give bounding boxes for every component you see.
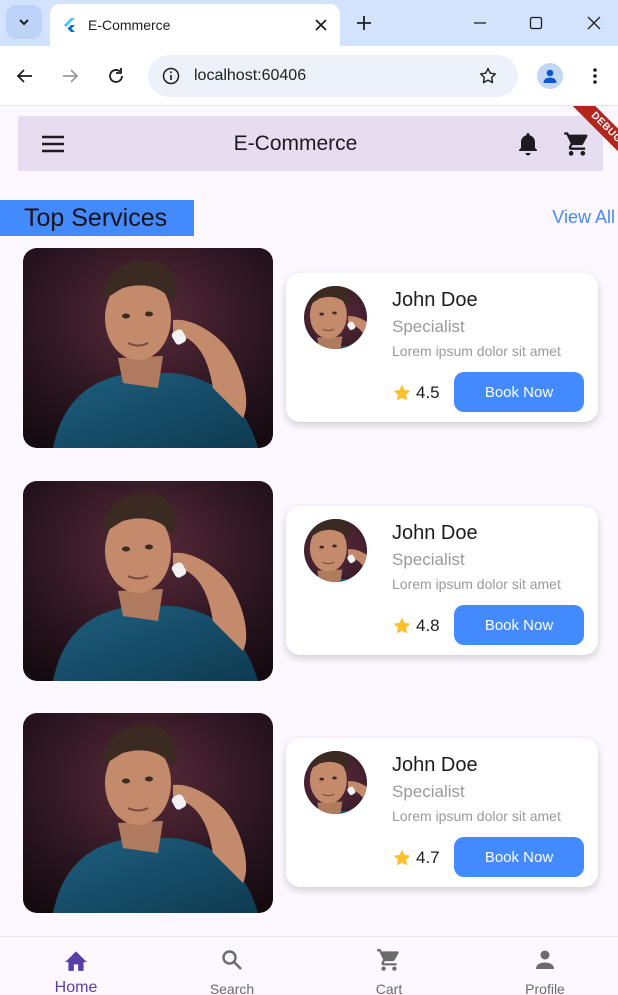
bottom-navigation: Home Search Cart Profile (0, 936, 618, 995)
provider-name: John Doe (392, 289, 478, 311)
provider-description: Lorem ipsum dolor sit amet (392, 343, 561, 359)
book-now-button[interactable]: Book Now (454, 372, 584, 412)
rating-value: 4.7 (416, 848, 440, 867)
nav-label: Search (209, 981, 255, 995)
provider-description: Lorem ipsum dolor sit amet (392, 808, 561, 824)
reload-icon[interactable] (103, 63, 129, 89)
bookmark-star-icon[interactable] (476, 64, 500, 88)
nav-label: Profile (525, 981, 565, 995)
close-tab-icon[interactable] (310, 14, 332, 36)
new-tab-icon[interactable] (352, 11, 376, 35)
service-card[interactable]: John Doe Specialist Lorem ipsum dolor si… (286, 273, 598, 422)
avatar (304, 751, 367, 814)
service-row: John Doe Specialist Lorem ipsum dolor si… (0, 481, 618, 681)
provider-role: Specialist (392, 550, 465, 569)
browser-tab[interactable]: E-Commerce (50, 4, 340, 46)
rating-value: 4.8 (416, 616, 440, 635)
service-photo[interactable] (23, 481, 273, 681)
book-now-button[interactable]: Book Now (454, 605, 584, 645)
browser-toolbar: localhost:60406 (0, 46, 618, 106)
provider-description: Lorem ipsum dolor sit amet (392, 576, 561, 592)
star-icon (393, 384, 411, 401)
debug-banner: DEBUG (548, 106, 618, 176)
nav-label: Cart (375, 981, 403, 995)
tab-title: E-Commerce (88, 17, 171, 33)
maximize-icon[interactable] (524, 11, 548, 35)
book-now-button[interactable]: Book Now (454, 837, 584, 877)
browser-menu-icon[interactable] (583, 63, 607, 89)
person-icon (532, 947, 558, 973)
service-card[interactable]: John Doe Specialist Lorem ipsum dolor si… (286, 738, 598, 887)
view-all-link[interactable]: View All (540, 207, 615, 228)
back-icon[interactable] (12, 63, 38, 89)
close-window-icon[interactable] (582, 11, 606, 35)
service-photo[interactable] (23, 713, 273, 913)
app-bar: E-Commerce (18, 116, 603, 171)
avatar (304, 519, 367, 582)
service-row: John Doe Specialist Lorem ipsum dolor si… (0, 713, 618, 913)
nav-label: Home (54, 979, 98, 995)
tab-search-button[interactable] (6, 5, 42, 39)
avatar (304, 286, 367, 349)
forward-icon[interactable] (57, 63, 83, 89)
search-icon (219, 947, 245, 973)
provider-name: John Doe (392, 754, 478, 776)
rating-value: 4.5 (416, 383, 440, 402)
provider-name: John Doe (392, 522, 478, 544)
service-row: John Doe Specialist Lorem ipsum dolor si… (0, 248, 618, 448)
star-icon (393, 849, 411, 866)
provider-role: Specialist (392, 782, 465, 801)
service-card[interactable]: John Doe Specialist Lorem ipsum dolor si… (286, 506, 598, 655)
service-photo[interactable] (23, 248, 273, 448)
site-info-icon[interactable] (160, 65, 182, 87)
debug-banner-label: DEBUG (564, 106, 618, 170)
url-text: localhost:60406 (194, 67, 307, 84)
nav-item-cart[interactable]: Cart (339, 937, 439, 995)
section-title: Top Services (0, 200, 194, 236)
minimize-icon[interactable] (468, 11, 492, 35)
nav-item-profile[interactable]: Profile (495, 937, 595, 995)
notification-bell-icon[interactable] (514, 130, 542, 158)
nav-item-home[interactable]: Home (26, 937, 126, 995)
cart-icon (376, 947, 402, 973)
app-title: E-Commerce (233, 131, 358, 155)
flutter-logo-icon (64, 18, 75, 32)
star-icon (393, 617, 411, 634)
chevron-down-icon (19, 19, 29, 26)
provider-role: Specialist (392, 317, 465, 336)
address-bar[interactable]: localhost:60406 (148, 55, 518, 97)
browser-tab-strip: E-Commerce (0, 0, 618, 46)
home-icon (63, 947, 89, 973)
nav-item-search[interactable]: Search (182, 937, 282, 995)
browser-profile-icon[interactable] (537, 63, 563, 89)
